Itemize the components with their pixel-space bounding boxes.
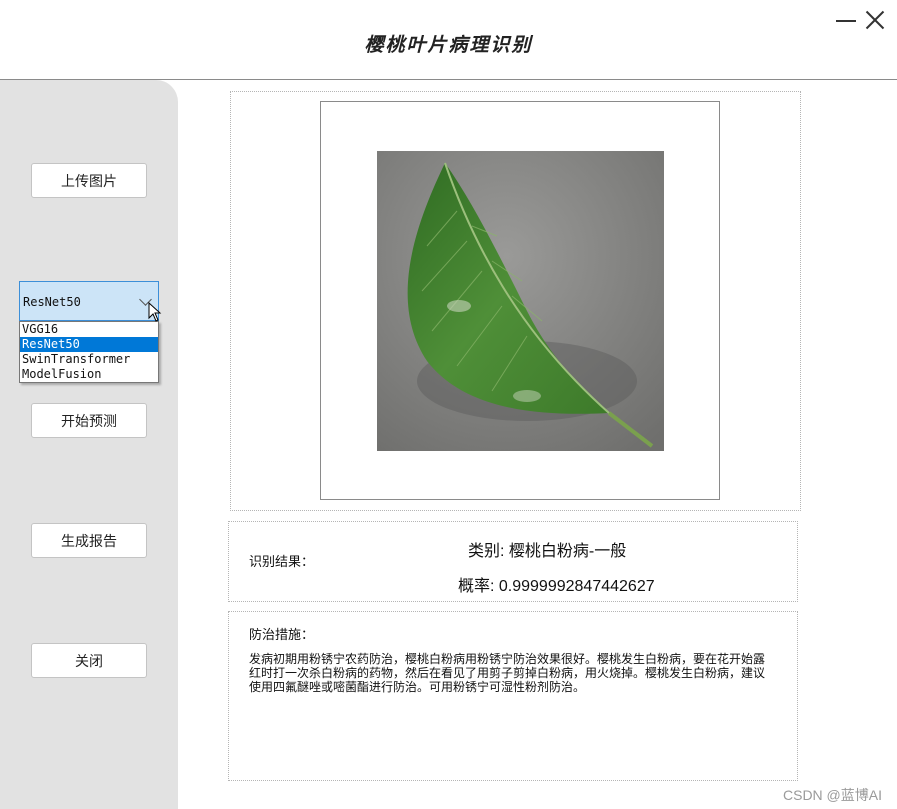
model-option-modelfusion[interactable]: ModelFusion	[20, 367, 158, 382]
upload-image-button[interactable]: 上传图片	[31, 163, 147, 198]
model-select[interactable]: ResNet50	[19, 281, 159, 321]
minimize-icon[interactable]	[836, 8, 858, 30]
model-option-swintransformer[interactable]: SwinTransformer	[20, 352, 158, 367]
watermark: CSDN @蓝博AI	[783, 787, 882, 803]
result-probability: 概率: 0.9999992847442627	[458, 578, 655, 595]
treatment-text: 发病初期用粉锈宁农药防治，樱桃白粉病用粉锈宁防治效果很好。樱桃发生白粉病，要在花…	[249, 652, 766, 694]
model-option-resnet50[interactable]: ResNet50	[20, 337, 158, 352]
close-window-icon[interactable]	[864, 10, 886, 32]
result-label: 识别结果：	[249, 555, 315, 570]
close-button[interactable]: 关闭	[31, 643, 147, 678]
leaf-image	[377, 151, 664, 451]
model-option-vgg16[interactable]: VGG16	[20, 322, 158, 337]
mouse-cursor-icon	[148, 302, 162, 322]
result-class: 类别: 樱桃白粉病-一般	[468, 543, 627, 560]
start-predict-button[interactable]: 开始预测	[31, 403, 147, 438]
app-title: 樱桃叶片病理识别	[364, 34, 533, 56]
title-bar: 樱桃叶片病理识别	[0, 0, 897, 80]
model-select-value: ResNet50	[23, 295, 81, 309]
model-dropdown-list: VGG16 ResNet50 SwinTransformer ModelFusi…	[19, 321, 159, 383]
treatment-label: 防治措施：	[249, 628, 315, 643]
generate-report-button[interactable]: 生成报告	[31, 523, 147, 558]
